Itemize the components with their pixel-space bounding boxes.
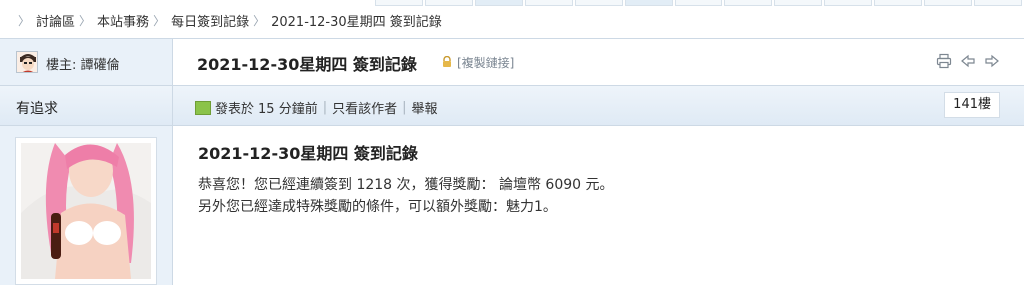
author-avatar[interactable] [16,51,38,73]
breadcrumb-site-affairs[interactable]: 本站事務 [97,11,149,30]
thread-title: 2021-12-30星期四 簽到記錄 [197,55,417,74]
divider: | [402,100,407,115]
only-author-link[interactable]: 只看該作者 [332,98,397,117]
chevron-right-icon: 〉 [253,13,266,28]
top-tab-strip [375,0,1024,6]
lock-icon [441,55,453,68]
post-user-panel: 有追求 [0,86,173,125]
thread-header: 樓主: 譚礶倫 2021-12-30星期四 簽到記錄 [複製鏈接] [0,38,1024,86]
breadcrumb-daily-checkin[interactable]: 每日簽到記錄 [171,11,249,30]
post-line-2: 另外您已經達成特殊獎勵的條件，可以額外獎勵：魅力1。 [198,199,557,215]
chevron-right-icon: 〉 [153,13,166,28]
chevron-right-icon: 〉 [79,13,92,28]
posted-time: 15 分鐘前 [258,102,318,117]
thread-author-panel: 樓主: 譚礶倫 [0,39,173,85]
thread-author[interactable]: 樓主: 譚礶倫 [46,54,120,73]
breadcrumb-forum[interactable]: 討論區 [36,11,75,30]
post-content-area: 2021-12-30星期四 簽到記錄 恭喜您！您已經連續簽到 1218 次，獲得… [0,126,1024,285]
post-meta-bar: 有追求 發表於 15 分鐘前 | 只看該作者 | 舉報 141樓 [0,86,1024,126]
post-avatar-panel [0,126,173,285]
post-line-1: 恭喜您！您已經連續簽到 1218 次，獲得獎勵： 論壇幣 6090 元。 [198,177,614,193]
breadcrumb: 〉 討論區 〉 本站事務 〉 每日簽到記錄 〉 2021-12-30星期四 簽到… [0,0,1024,38]
posted-prefix: 發表於 [215,102,255,117]
next-arrow-icon[interactable] [984,53,1000,69]
floor-number[interactable]: 141樓 [944,92,1000,118]
post-body: 恭喜您！您已經連續簽到 1218 次，獲得獎勵： 論壇幣 6090 元。 另外您… [198,174,614,218]
breadcrumb-current-thread[interactable]: 2021-12-30星期四 簽到記錄 [271,11,442,30]
copy-link-button[interactable]: [複製鏈接] [457,54,514,71]
chevron-right-icon: 〉 [18,13,31,28]
print-icon[interactable] [936,53,952,69]
divider: | [322,100,328,115]
post-title: 2021-12-30星期四 簽到記錄 [198,144,418,163]
online-status-icon [195,100,211,115]
user-avatar[interactable] [15,137,157,285]
report-link[interactable]: 舉報 [412,98,438,117]
post-username[interactable]: 有追求 [16,98,58,118]
prev-arrow-icon[interactable] [960,53,976,69]
